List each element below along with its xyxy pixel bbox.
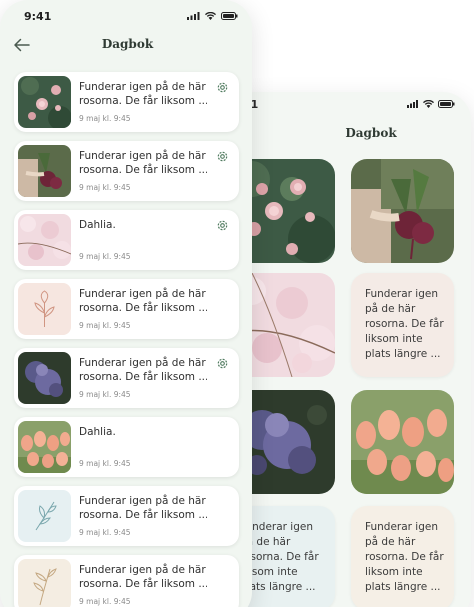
entry-date: 9 maj kl. 9:45 [79, 459, 131, 468]
tulips-photo-icon [18, 421, 71, 473]
entry-date: 9 maj kl. 9:45 [79, 321, 131, 330]
entry-date: 9 maj kl. 9:45 [79, 597, 131, 606]
entry-text-line: Funderar igen på de här [79, 495, 206, 507]
grid-card-text: Funderar igen på de här rosorna. De får … [240, 521, 319, 593]
entry-text: Funderar igen på de här rosorna. De får … [79, 356, 207, 384]
entry-text-line: Funderar igen på de här [79, 564, 206, 576]
gear-icon[interactable] [216, 150, 229, 163]
entry-text-line: rosorna. De får liksom ... [79, 509, 207, 521]
diary-entry[interactable]: Dahlia. 9 maj kl. 9:45 [14, 417, 239, 477]
cherry-blossom-photo-icon [18, 214, 71, 266]
plant-illustration-cream-icon [18, 559, 71, 607]
diary-entry[interactable]: Dahlia. 9 maj kl. 9:45 [14, 210, 239, 270]
grid-card-text-cream[interactable]: Funderar igen på de här rosorna. De får … [351, 506, 454, 607]
beets-photo-icon [18, 145, 71, 197]
entry-text-line: Dahlia. [79, 426, 116, 438]
entry-thumbnail [18, 76, 71, 128]
phone-list-view: 9:41 Dagbok Funderar igen på de här roso… [0, 0, 252, 607]
gear-icon[interactable] [216, 357, 229, 370]
entry-date: 9 maj kl. 9:45 [79, 252, 131, 261]
showcase-stage: 41 Dagbok [0, 0, 474, 607]
grid-card-text: Funderar igen på de här rosorna. De får … [365, 288, 444, 360]
entry-text-line: rosorna. De får liksom ... [79, 371, 207, 383]
wifi-icon [423, 100, 434, 108]
phone-grid-view: 41 Dagbok [226, 92, 471, 607]
entry-text-line: rosorna. De får liksom ... [79, 578, 207, 590]
diary-entry[interactable]: Funderar igen på de här rosorna. De får … [14, 348, 239, 408]
signal-icon [187, 12, 200, 20]
page-title: Dagbok [345, 126, 397, 140]
signal-icon [407, 100, 419, 108]
entry-text: Funderar igen på de här rosorna. De får … [79, 80, 207, 108]
entry-text-line: rosorna. De får liksom ... [79, 95, 207, 107]
grid-card-beets[interactable] [351, 159, 454, 263]
status-icons [187, 12, 238, 20]
grid-card-text: Funderar igen på de här rosorna. De får … [365, 521, 444, 593]
diary-entry[interactable]: Funderar igen på de här rosorna. De får … [14, 486, 239, 546]
status-bar: 41 [226, 92, 471, 120]
roses-photo-icon [18, 76, 71, 128]
grid-card-text-pink[interactable]: Funderar igen på de här rosorna. De får … [351, 273, 454, 377]
entry-thumbnail [18, 283, 71, 335]
entry-date: 9 maj kl. 9:45 [79, 183, 131, 192]
entry-thumbnail [18, 145, 71, 197]
entry-text: Funderar igen på de här rosorna. De får … [79, 287, 207, 315]
entry-thumbnail [18, 421, 71, 473]
entry-text-line: Funderar igen på de här [79, 150, 206, 162]
grid-card-tulips[interactable] [351, 390, 454, 494]
entry-text: Dahlia. [79, 425, 207, 439]
battery-icon [438, 100, 455, 108]
entry-text-line: Funderar igen på de här [79, 288, 206, 300]
diary-entry[interactable]: Funderar igen på de här rosorna. De får … [14, 141, 239, 201]
entry-thumbnail [18, 214, 71, 266]
page-title: Dagbok [101, 37, 154, 51]
gear-icon[interactable] [216, 219, 229, 232]
entry-text: Dahlia. [79, 218, 207, 232]
beets-photo-icon [351, 159, 454, 263]
diary-entry[interactable]: Funderar igen på de här rosorna. De får … [14, 72, 239, 132]
leaf-illustration-blue-icon [18, 490, 71, 542]
entry-text-line: rosorna. De får liksom ... [79, 164, 207, 176]
entry-text-line: Funderar igen på de här [79, 357, 206, 369]
status-time: 9:41 [24, 10, 52, 23]
diary-entry[interactable]: Funderar igen på de här rosorna. De får … [14, 279, 239, 339]
status-icons [407, 100, 455, 108]
entry-thumbnail [18, 490, 71, 542]
back-arrow-icon[interactable] [12, 36, 32, 54]
entry-text: Funderar igen på de här rosorna. De får … [79, 149, 207, 177]
wifi-icon [205, 12, 216, 20]
diary-entry[interactable]: Funderar igen på de här rosorna. De får … [14, 555, 239, 607]
entry-date: 9 maj kl. 9:45 [79, 114, 131, 123]
entry-thumbnail [18, 559, 71, 607]
entry-text: Funderar igen på de här rosorna. De får … [79, 563, 207, 591]
entry-text-line: Funderar igen på de här [79, 81, 206, 93]
entry-date: 9 maj kl. 9:45 [79, 390, 131, 399]
entry-text-line: rosorna. De får liksom ... [79, 302, 207, 314]
flower-illustration-pink-icon [18, 283, 71, 335]
entry-thumbnail [18, 352, 71, 404]
entry-text: Funderar igen på de här rosorna. De får … [79, 494, 207, 522]
lilac-photo-icon [18, 352, 71, 404]
gear-icon[interactable] [216, 81, 229, 94]
battery-icon [221, 12, 238, 20]
tulips-photo-icon [351, 390, 454, 494]
entry-text-line: Dahlia. [79, 219, 116, 231]
entry-date: 9 maj kl. 9:45 [79, 528, 131, 537]
